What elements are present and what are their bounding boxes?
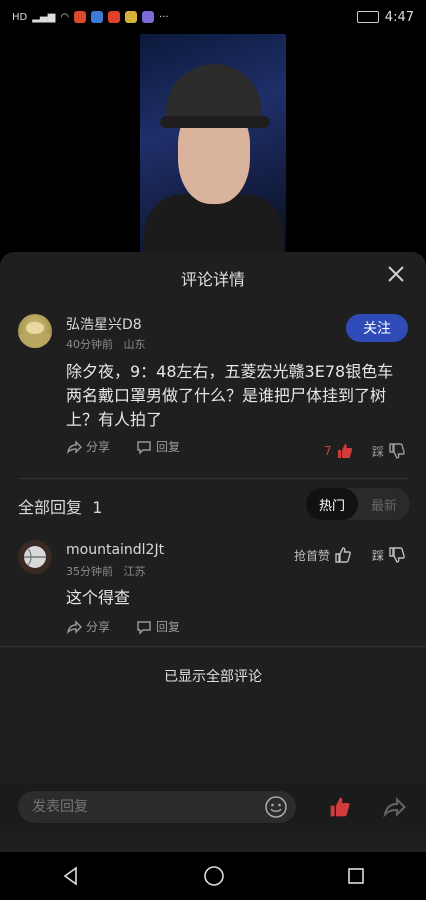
like-button[interactable]: 7	[324, 442, 354, 460]
reply-reply-label: 回复	[156, 620, 181, 634]
replies-count: 1	[92, 498, 103, 517]
battery-icon	[356, 11, 379, 23]
status-bar: HD ▂▄▆ ◠ ··· 4:47	[0, 0, 426, 34]
reply-meta: 35分钟前 江苏	[66, 563, 146, 579]
share-icon	[66, 439, 82, 454]
reply-share-button[interactable]: 分享	[66, 618, 110, 635]
divider	[0, 646, 426, 647]
video-person-hat-brim	[160, 116, 270, 128]
recents-icon[interactable]	[347, 867, 365, 885]
reply-time: 35分钟前	[66, 565, 113, 578]
status-right: 4:47	[356, 9, 414, 25]
home-icon[interactable]	[203, 865, 225, 887]
comment-meta: 40分钟前 山东	[66, 336, 146, 352]
share-icon	[66, 619, 82, 634]
first-like-button[interactable]: 抢首赞	[294, 546, 352, 564]
comment-location: 山东	[123, 338, 146, 351]
app-notification-icon	[142, 11, 155, 23]
app-notification-icon	[74, 11, 87, 23]
reply-input-bar	[0, 783, 426, 831]
comment-author[interactable]: 弘浩星兴D8	[66, 314, 142, 334]
sheet-title: 评论详情	[180, 270, 245, 289]
all-comments-shown-text: 已显示全部评论	[164, 669, 262, 685]
back-icon[interactable]	[61, 866, 81, 886]
reply-input-wrapper[interactable]	[18, 791, 296, 823]
replies-title: 全部回复	[18, 498, 83, 517]
reply-input[interactable]	[30, 798, 254, 816]
like-video-button[interactable]	[328, 795, 352, 819]
reply-button[interactable]: 回复	[136, 438, 180, 455]
reply-icon	[137, 440, 151, 455]
video-person-hat	[166, 64, 262, 122]
reply-reply-button[interactable]: 回复	[136, 618, 180, 635]
first-like-label: 抢首赞	[294, 548, 331, 563]
reply-share-label: 分享	[86, 620, 111, 634]
comment-time: 40分钟前	[66, 338, 113, 351]
thumbs-up-icon	[330, 797, 350, 817]
signal-icon: ▂▄▆	[32, 11, 56, 23]
reply-icon	[137, 620, 151, 635]
dislike-button[interactable]: 踩	[372, 442, 406, 460]
reply-location: 江苏	[123, 565, 146, 578]
hd-indicator: HD	[12, 11, 28, 23]
avatar[interactable]	[18, 314, 52, 348]
app-notification-icon	[125, 11, 138, 23]
sort-tabs: 热门 最新	[306, 488, 410, 520]
more-icon: ···	[159, 11, 169, 23]
dislike-label: 踩	[372, 444, 385, 459]
reply-dislike-button[interactable]: 踩	[372, 546, 406, 564]
replies-header: 全部回复 1	[18, 494, 102, 518]
video-preview[interactable]	[140, 34, 286, 254]
app-notification-icon	[91, 11, 104, 23]
divider	[18, 478, 408, 479]
reply-dislike-label: 踩	[372, 548, 385, 563]
thumbs-up-icon	[335, 547, 351, 563]
thumbs-up-icon	[337, 444, 352, 458]
system-nav-bar	[0, 852, 426, 900]
comment-text: 除夕夜，9：48左右，五菱宏光赣3E78银色车两名戴口罩男做了什么？是谁把尸体挂…	[66, 362, 394, 429]
wifi-icon: ◠	[60, 11, 70, 23]
like-count: 7	[324, 444, 332, 458]
follow-button[interactable]: 关注	[346, 314, 408, 342]
status-left: HD ▂▄▆ ◠ ···	[12, 11, 169, 23]
share-label: 分享	[86, 440, 111, 454]
emoji-icon[interactable]	[264, 795, 288, 819]
tab-hot[interactable]: 热门	[306, 488, 358, 520]
clock: 4:47	[384, 9, 414, 25]
reply-text: 这个得查	[66, 588, 131, 607]
reply-author[interactable]: mountaindl2Jt	[66, 542, 164, 558]
thumbs-down-icon	[389, 443, 405, 459]
reply-label: 回复	[156, 440, 181, 454]
share-video-button[interactable]	[382, 795, 406, 819]
app-notification-icon	[108, 11, 121, 23]
close-icon[interactable]	[386, 264, 406, 284]
reply-avatar[interactable]	[18, 540, 52, 574]
tab-latest[interactable]: 最新	[358, 488, 410, 520]
share-icon	[383, 797, 406, 818]
share-button[interactable]: 分享	[66, 438, 110, 455]
thumbs-down-icon	[389, 547, 405, 563]
